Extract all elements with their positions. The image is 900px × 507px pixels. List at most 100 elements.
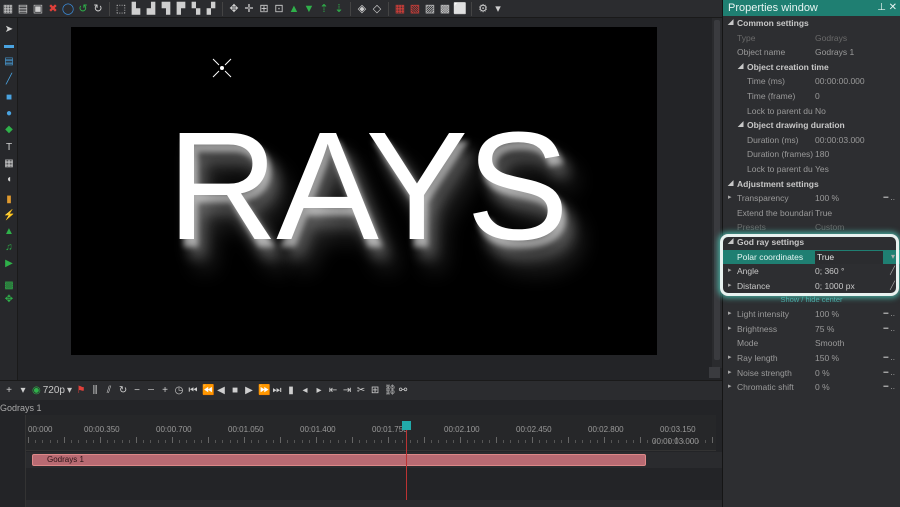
- delete-icon[interactable]: ✖: [47, 3, 59, 15]
- godray-center-handle[interactable]: [211, 57, 233, 79]
- select-area-icon[interactable]: ⬚: [115, 3, 127, 15]
- speech-bubble-icon[interactable]: ◖: [3, 174, 15, 185]
- workarea-scrollbar[interactable]: [712, 18, 722, 368]
- marker-icon[interactable]: ▮: [286, 385, 296, 396]
- expand-arrow-icon[interactable]: ▸: [728, 366, 732, 381]
- pin-icon[interactable]: ⊥: [877, 0, 886, 16]
- guides-icon[interactable]: ▩: [439, 3, 451, 15]
- rewind-icon[interactable]: ⏪: [202, 385, 214, 396]
- prop-row-extend-boundaries[interactable]: Extend the boundari True: [723, 206, 900, 221]
- marker-next-icon[interactable]: ▸: [314, 385, 324, 396]
- prop-row-brightness[interactable]: ▸ Brightness 75 % ━ ..: [723, 322, 900, 337]
- copy-icon[interactable]: ▣: [32, 3, 44, 15]
- grid-icon[interactable]: ▦: [394, 3, 406, 15]
- prop-row-ray-length[interactable]: ▸ Ray length 150 % ━ ..: [723, 351, 900, 366]
- rect-shape-icon[interactable]: ■: [3, 92, 15, 103]
- align-left-icon[interactable]: ▙: [130, 3, 142, 15]
- prop-row-transparency[interactable]: ▸ Transparency 100 % ━ ..: [723, 191, 900, 206]
- in-point-icon[interactable]: ⇤: [328, 385, 338, 396]
- prop-row-distance[interactable]: ▸ Distance 0; 1000 px ╱: [723, 279, 900, 294]
- rotate-right-icon[interactable]: ↻: [92, 3, 104, 15]
- fill-icon[interactable]: ⊡: [273, 3, 285, 15]
- expand-arrow-icon[interactable]: ▸: [728, 191, 732, 206]
- trim-icon[interactable]: ⫽: [104, 385, 114, 396]
- circle-icon[interactable]: ◯: [62, 3, 74, 15]
- skip-start-icon[interactable]: ⏮: [188, 385, 198, 396]
- expand-arrow-icon[interactable]: ▸: [728, 264, 732, 279]
- save-icon[interactable]: ▤: [17, 3, 29, 15]
- text-tool-icon[interactable]: T: [3, 142, 15, 153]
- expand-arrow-icon[interactable]: ▸: [728, 279, 732, 294]
- prop-row-polar-coordinates[interactable]: Polar coordinates True ▾: [723, 249, 900, 265]
- ellipse-tool-icon[interactable]: ●: [3, 108, 15, 119]
- zoom-slider-icon[interactable]: ┄: [146, 385, 156, 396]
- slider-more-icon[interactable]: ━ ..: [884, 307, 895, 322]
- move-top-icon[interactable]: ⇡: [318, 3, 330, 15]
- snap-icon[interactable]: ▧: [409, 3, 421, 15]
- zoom-in-icon[interactable]: +: [160, 385, 170, 396]
- undo-stack-icon[interactable]: ▦: [2, 3, 14, 15]
- section-adjustment-settings[interactable]: ◢ Adjustment settings: [723, 177, 900, 192]
- expand-arrow-icon[interactable]: ▸: [728, 351, 732, 366]
- stop-icon[interactable]: ■: [230, 385, 240, 396]
- edit-curve-icon[interactable]: ╱: [890, 264, 895, 279]
- timeline-scrollbar[interactable]: [26, 500, 722, 507]
- split-clip-icon[interactable]: ✂: [356, 385, 366, 396]
- slides-icon[interactable]: ▤: [3, 56, 15, 67]
- group-icon[interactable]: ◈: [356, 3, 368, 15]
- slider-more-icon[interactable]: ━ ..: [884, 351, 895, 366]
- prop-row-lock-parent-2[interactable]: Lock to parent du Yes: [723, 162, 900, 177]
- prop-row-angle[interactable]: ▸ Angle 0; 360 ° ╱: [723, 264, 900, 279]
- scrollbar-thumb[interactable]: [714, 20, 720, 360]
- slider-more-icon[interactable]: ━ ..: [884, 322, 895, 337]
- expand-arrow-icon[interactable]: ▸: [728, 307, 732, 322]
- image-icon[interactable]: ▲: [3, 226, 15, 237]
- slider-more-icon[interactable]: ━ ..: [884, 191, 895, 206]
- zoom-out-icon[interactable]: −: [132, 385, 142, 396]
- prop-row-lock-parent-1[interactable]: Lock to parent du No: [723, 104, 900, 119]
- slider-more-icon[interactable]: ━ ..: [884, 366, 895, 381]
- edit-curve-icon[interactable]: ╱: [890, 279, 895, 294]
- section-object-drawing-duration[interactable]: ◢ Object drawing duration: [723, 118, 900, 133]
- prop-row-mode[interactable]: Mode Smooth: [723, 336, 900, 351]
- timeline-ruler[interactable]: 00:000 00:00.350 00:00.700 00:01.050 00:…: [26, 415, 716, 451]
- resolution-select[interactable]: ◉ 720p ▾: [32, 385, 72, 396]
- frame-icon[interactable]: ⬜: [453, 3, 467, 15]
- prop-row-time-frame[interactable]: Time (frame) 0: [723, 89, 900, 104]
- prop-row-object-name[interactable]: Object name Godrays 1: [723, 45, 900, 60]
- expand-arrow-icon[interactable]: ▸: [728, 380, 732, 395]
- prop-row-time-ms[interactable]: Time (ms) 00:00:00.000: [723, 74, 900, 89]
- chart-icon[interactable]: ▮: [3, 194, 15, 205]
- subtitle-icon[interactable]: ▦: [3, 158, 15, 169]
- show-hide-center-button[interactable]: Show / hide center: [723, 293, 900, 307]
- line-tool-icon[interactable]: ╱: [3, 74, 15, 85]
- close-icon[interactable]: ✕: [889, 0, 897, 16]
- chevron-down-icon[interactable]: ▾: [492, 3, 504, 15]
- move-up-icon[interactable]: ▲: [288, 3, 300, 15]
- link-icon[interactable]: ⛓: [384, 385, 397, 396]
- move-icon[interactable]: ✥: [228, 3, 240, 15]
- transform-icon[interactable]: ▩: [3, 280, 15, 291]
- freeform-icon[interactable]: ◆: [3, 124, 15, 135]
- rectangle-tool-icon[interactable]: ▬: [3, 40, 15, 51]
- clock-icon[interactable]: ◷: [174, 385, 184, 396]
- out-point-icon[interactable]: ⇥: [342, 385, 352, 396]
- prop-row-noise-strength[interactable]: ▸ Noise strength 0 % ━ ..: [723, 366, 900, 381]
- record-icon[interactable]: ⚑: [76, 385, 86, 396]
- prop-row-light-intensity[interactable]: ▸ Light intensity 100 % ━ ..: [723, 307, 900, 322]
- marker-prev-icon[interactable]: ◂: [300, 385, 310, 396]
- move-bottom-icon[interactable]: ⇣: [333, 3, 345, 15]
- animation-icon[interactable]: ⚡: [3, 210, 15, 221]
- gear-icon[interactable]: ⚙: [477, 3, 489, 15]
- layout-icon[interactable]: ▨: [424, 3, 436, 15]
- play-icon[interactable]: ▶: [244, 385, 254, 396]
- resize-grip[interactable]: [709, 367, 720, 378]
- playhead-handle[interactable]: [402, 421, 411, 430]
- ungroup-icon[interactable]: ◇: [371, 3, 383, 15]
- distribute-icon[interactable]: ▞: [205, 3, 217, 15]
- section-object-creation-time[interactable]: ◢ Object creation time: [723, 60, 900, 75]
- align-bottom-icon[interactable]: ▚: [190, 3, 202, 15]
- expand-arrow-icon[interactable]: ▸: [728, 322, 732, 337]
- prop-row-chromatic-shift[interactable]: ▸ Chromatic shift 0 % ━ ..: [723, 380, 900, 395]
- align-center-icon[interactable]: ▟: [145, 3, 157, 15]
